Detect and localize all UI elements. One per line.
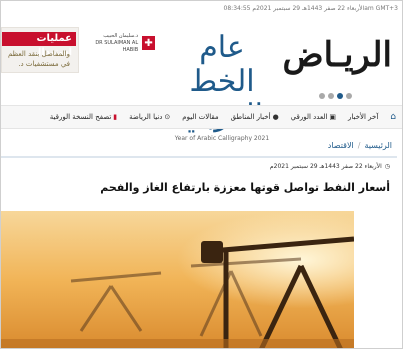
ad-line-1: والمفاصل بنقد العظم bbox=[7, 50, 70, 58]
carousel-dot[interactable] bbox=[346, 93, 352, 99]
nav-label: العدد الورقي bbox=[290, 113, 328, 121]
nav-label: دنيا الرياضة bbox=[129, 113, 163, 121]
pdf-icon: ▮ bbox=[113, 113, 118, 121]
map-pin-icon: ● bbox=[272, 113, 279, 121]
divider bbox=[1, 156, 397, 158]
soccer-ball-icon: ⊙ bbox=[164, 113, 171, 121]
nav-label: آخر الأخبار bbox=[348, 113, 379, 121]
article-date-text: الأربعاء 22 صفر 1443هـ 29 سبتمبر 2021م bbox=[269, 163, 382, 170]
advertisement-banner[interactable]: عمليات استبدال والمفاصل بنقد العظم في مس… bbox=[1, 27, 79, 73]
article-date: ◷ الأربعاء 22 صفر 1443هـ 29 سبتمبر 2021م bbox=[270, 163, 390, 170]
nav-print-edition[interactable]: ▣ العدد الورقي bbox=[291, 113, 336, 121]
nav-latest-news[interactable]: آخر الأخبار bbox=[348, 113, 378, 121]
nav-todays-articles[interactable]: مقالات اليوم bbox=[182, 113, 218, 121]
carousel-dot[interactable] bbox=[319, 93, 325, 99]
ad-headline: عمليات استبدال bbox=[2, 32, 76, 58]
carousel-dot-active[interactable] bbox=[337, 93, 343, 99]
page: الأربعاء 22 صفر 1443هـ 29 سبتمبر 2021م 0… bbox=[0, 0, 403, 349]
sponsor-name-ar: د.سليمان الحبيب bbox=[103, 32, 139, 39]
ad-line-2: في مستشفيات د. bbox=[18, 60, 70, 68]
sponsor-cross-icon: ✚ bbox=[142, 36, 155, 50]
nav-label: تصفح النسخة الورقية bbox=[49, 113, 112, 121]
sponsor-logo[interactable]: د.سليمان الحبيب DR SULAIMAN AL HABIB ✚ bbox=[83, 31, 155, 55]
sponsor-text: د.سليمان الحبيب DR SULAIMAN AL HABIB bbox=[83, 33, 138, 54]
carousel-dots bbox=[319, 93, 352, 99]
article-image[interactable] bbox=[1, 211, 354, 348]
clock-icon: ◷ bbox=[384, 163, 390, 170]
nav-label: أخبار المناطق bbox=[230, 113, 271, 121]
nav-label: مقالات اليوم bbox=[182, 113, 219, 121]
breadcrumb-home[interactable]: الرئيسية bbox=[364, 141, 392, 150]
main-navigation: ⌂ آخر الأخبار ▣ العدد الورقي ● أخبار الم… bbox=[1, 105, 402, 129]
oil-pumpjack-image bbox=[1, 211, 354, 348]
home-icon[interactable]: ⌂ bbox=[390, 112, 396, 122]
carousel-dot[interactable] bbox=[328, 93, 334, 99]
nav-browse-print[interactable]: ▮ تصفح النسخة الورقية bbox=[50, 113, 117, 121]
breadcrumb: الرئيسية / الاقتصاد bbox=[328, 141, 392, 150]
nav-regions-news[interactable]: ● أخبار المناطق bbox=[231, 113, 279, 121]
breadcrumb-section[interactable]: الاقتصاد bbox=[328, 141, 354, 150]
calligraphy-caption: Year of Arabic Calligraphy 2021 bbox=[174, 135, 270, 142]
header-date-time: الأربعاء 22 صفر 1443هـ 29 سبتمبر 2021م 0… bbox=[223, 5, 398, 12]
nav-sports[interactable]: ⊙ دنيا الرياضة bbox=[129, 113, 170, 121]
article-title: أسعار النفط تواصل قوتها معززة بارتفاع ال… bbox=[100, 181, 390, 194]
breadcrumb-separator: / bbox=[357, 141, 361, 150]
site-logo[interactable]: الريـاض bbox=[283, 35, 392, 75]
newspaper-icon: ▣ bbox=[329, 113, 337, 121]
sponsor-name-en: DR SULAIMAN AL HABIB bbox=[95, 39, 139, 53]
